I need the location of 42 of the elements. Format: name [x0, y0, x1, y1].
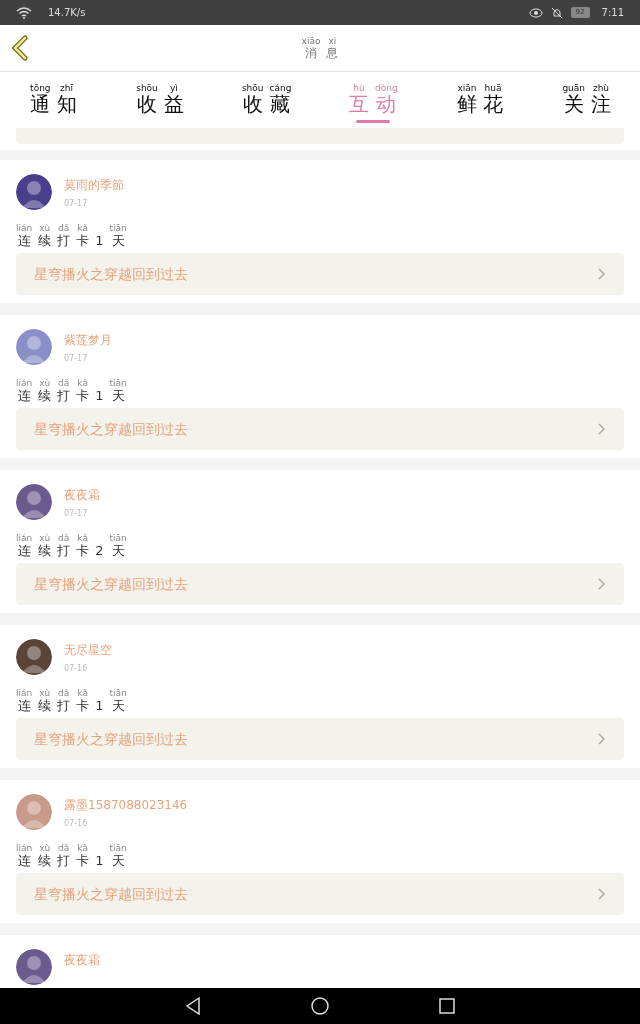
back-nav-icon[interactable]: [185, 997, 201, 1015]
message-text: lián 连 xù 续 dǎ 打 kǎ 卡 1 tiān 天: [16, 844, 127, 867]
message-text: lián 连 xù 续 dǎ 打 kǎ 卡 1 tiān 天: [16, 224, 127, 247]
user-name[interactable]: 莫雨的季節: [64, 176, 124, 194]
book-link[interactable]: 星穹播火之穿越回到过去: [16, 718, 624, 760]
eye-icon: [528, 7, 543, 18]
user-name[interactable]: 露墨1587088023146: [64, 796, 188, 814]
user-name[interactable]: 紫莲梦月: [64, 331, 112, 349]
user-name[interactable]: 夜夜霜: [64, 486, 100, 504]
user-name[interactable]: 无尽星空: [64, 641, 112, 659]
tab[interactable]: xiān 鲜 huā 花: [426, 84, 534, 123]
user-name[interactable]: 夜夜霜: [64, 951, 100, 969]
message-date: 07-16: [64, 818, 89, 830]
book-link[interactable]: 星穹播火之穿越回到过去: [16, 563, 624, 605]
page-title: xiāo 消 xi 息: [301, 37, 339, 59]
tab[interactable]: shōu 收 cáng 藏: [213, 84, 320, 123]
home-icon[interactable]: [311, 997, 329, 1015]
message-date: 07-16: [64, 663, 89, 675]
message-date: 07-17: [64, 508, 89, 520]
network-speed: 14.7K/s: [48, 6, 86, 20]
tab[interactable]: tōng 通 zhī 知: [0, 84, 107, 123]
wifi-icon: [16, 6, 32, 19]
chevron-icon: [598, 268, 606, 280]
message-date: 07-17: [64, 198, 89, 210]
book-link[interactable]: 星穹播火之穿越回到过去: [16, 408, 624, 450]
chevron-icon: [598, 423, 606, 435]
bell-off-icon: [550, 6, 563, 19]
recents-icon[interactable]: [439, 998, 455, 1014]
book-link[interactable]: 星穹播火之穿越回到过去: [16, 253, 624, 295]
tab[interactable]: hù 互 dòng 动: [320, 84, 427, 123]
message-date: 07-17: [64, 353, 89, 365]
tab[interactable]: guān 关 zhù 注: [533, 84, 640, 123]
message-text: lián 连 xù 续 dǎ 打 kǎ 卡 1 tiān 天: [16, 379, 127, 402]
clock: 7:11: [601, 6, 624, 20]
message-text: lián 连 xù 续 dǎ 打 kǎ 卡 1 tiān 天: [16, 689, 127, 712]
chevron-icon: [598, 733, 606, 745]
chevron-icon: [598, 578, 606, 590]
message-text: lián 连 xù 续 dǎ 打 kǎ 卡 2 tiān 天: [16, 534, 127, 557]
back-icon[interactable]: [11, 35, 29, 61]
book-link[interactable]: 星穹播火之穿越回到过去: [16, 873, 624, 915]
tab[interactable]: shōu 收 yì 益: [106, 84, 214, 123]
chevron-icon: [598, 888, 606, 900]
